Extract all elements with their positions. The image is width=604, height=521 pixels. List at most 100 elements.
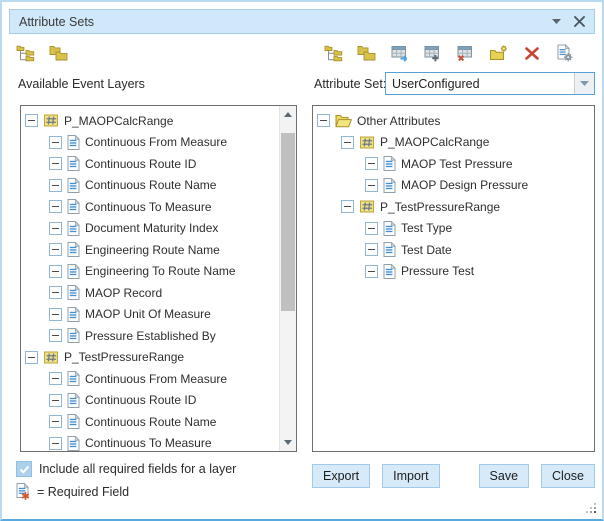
dock-caret-icon[interactable] [552, 19, 561, 24]
field-icon [67, 221, 80, 236]
toolbar-left [16, 43, 68, 63]
tree-item[interactable]: P_TestPressureRange [313, 196, 594, 218]
tree-item-label: Test Date [401, 243, 452, 257]
dialog-title: Attribute Sets [19, 15, 94, 29]
open-folders-icon[interactable] [357, 44, 376, 63]
collapse-toggle[interactable] [25, 351, 38, 364]
attribute-set-combobox[interactable]: UserConfigured [385, 72, 595, 95]
available-event-layers-label: Available Event Layers [18, 77, 145, 91]
combo-dropdown-button[interactable] [574, 73, 594, 94]
tree-item[interactable]: MAOP Test Pressure [313, 153, 594, 175]
tree-item[interactable]: Pressure Test [313, 261, 594, 283]
collapse-toggle[interactable] [49, 200, 62, 213]
attribute-set-value: UserConfigured [386, 73, 574, 94]
scroll-up-button[interactable] [280, 106, 296, 123]
table-add-icon[interactable] [423, 44, 442, 63]
field-icon [67, 328, 80, 343]
tree-item[interactable]: Continuous To Measure [21, 433, 279, 452]
table-export-icon[interactable] [390, 44, 409, 63]
import-button[interactable]: Import [382, 464, 439, 488]
tree-item[interactable]: Test Date [313, 239, 594, 261]
tree-item[interactable]: MAOP Design Pressure [313, 175, 594, 197]
tree-item[interactable]: Other Attributes [313, 110, 594, 132]
collapse-toggle[interactable] [49, 394, 62, 407]
include-required-label: Include all required fields for a layer [39, 462, 236, 476]
tree-item[interactable]: Document Maturity Index [21, 218, 279, 240]
expand-layers-icon[interactable] [16, 44, 35, 63]
collapse-toggle[interactable] [341, 200, 354, 213]
collapse-toggle[interactable] [49, 286, 62, 299]
tree-item[interactable]: Continuous From Measure [21, 368, 279, 390]
table-remove-icon[interactable] [456, 44, 475, 63]
field-icon [67, 393, 80, 408]
tree-item[interactable]: Engineering Route Name [21, 239, 279, 261]
collapse-toggle[interactable] [49, 308, 62, 321]
field-icon [67, 371, 80, 386]
include-required-checkbox[interactable] [16, 461, 32, 477]
collapse-toggle[interactable] [49, 136, 62, 149]
available-layers-tree: P_MAOPCalcRangeContinuous From MeasureCo… [21, 106, 279, 451]
collapse-toggle[interactable] [49, 243, 62, 256]
tree-item[interactable]: P_MAOPCalcRange [21, 110, 279, 132]
available-layers-tree-panel: P_MAOPCalcRangeContinuous From MeasureCo… [20, 105, 297, 452]
open-folders-icon[interactable] [49, 44, 68, 63]
tree-item-label: P_MAOPCalcRange [64, 114, 173, 128]
collapse-toggle[interactable] [25, 114, 38, 127]
tree-item[interactable]: Continuous Route Name [21, 411, 279, 433]
tree-item-label: Continuous To Measure [85, 436, 212, 450]
tree-item-label: Pressure Established By [85, 329, 216, 343]
tree-item-label: Pressure Test [401, 264, 474, 278]
tree-item[interactable]: Continuous Route ID [21, 153, 279, 175]
collapse-toggle[interactable] [49, 372, 62, 385]
folder-new-icon[interactable] [489, 44, 508, 63]
export-button[interactable]: Export [312, 464, 370, 488]
collapse-toggle[interactable] [49, 157, 62, 170]
close-button[interactable]: Close [541, 464, 595, 488]
folder-open-icon [335, 114, 352, 128]
collapse-toggle[interactable] [49, 179, 62, 192]
vertical-scrollbar[interactable] [279, 106, 296, 451]
document-settings-icon[interactable] [555, 44, 574, 63]
tree-item[interactable]: Test Type [313, 218, 594, 240]
tree-item[interactable]: Engineering To Route Name [21, 261, 279, 283]
titlebar[interactable]: Attribute Sets [9, 9, 595, 34]
collapse-toggle[interactable] [365, 157, 378, 170]
collapse-toggle[interactable] [49, 437, 62, 450]
field-icon [67, 307, 80, 322]
scrollbar-thumb[interactable] [281, 133, 295, 311]
tree-item[interactable]: Continuous From Measure [21, 132, 279, 154]
collapse-toggle[interactable] [365, 179, 378, 192]
collapse-toggle[interactable] [49, 222, 62, 235]
collapse-toggle[interactable] [49, 329, 62, 342]
close-icon[interactable] [574, 16, 585, 27]
collapse-toggle[interactable] [341, 136, 354, 149]
delete-icon[interactable] [522, 44, 541, 63]
tree-item[interactable]: Continuous To Measure [21, 196, 279, 218]
tree-item-label: Continuous To Measure [85, 200, 212, 214]
tree-item[interactable]: Continuous Route ID [21, 390, 279, 412]
save-button[interactable]: Save [479, 464, 530, 488]
field-icon [67, 436, 80, 451]
tree-item-label: P_TestPressureRange [380, 200, 500, 214]
tree-item-label: MAOP Design Pressure [401, 178, 528, 192]
required-field-legend: = Required Field [37, 485, 129, 499]
collapse-toggle[interactable] [365, 222, 378, 235]
expand-layers-icon[interactable] [324, 44, 343, 63]
attribute-sets-dialog: Attribute Sets Available Event Layers At… [0, 0, 604, 521]
tree-item[interactable]: MAOP Record [21, 282, 279, 304]
collapse-toggle[interactable] [317, 114, 330, 127]
scroll-down-button[interactable] [280, 434, 296, 451]
collapse-toggle[interactable] [49, 415, 62, 428]
collapse-toggle[interactable] [365, 265, 378, 278]
tree-item[interactable]: P_MAOPCalcRange [313, 132, 594, 154]
tree-item-label: Engineering Route Name [85, 243, 220, 257]
tree-item[interactable]: P_TestPressureRange [21, 347, 279, 369]
tree-item[interactable]: MAOP Unit Of Measure [21, 304, 279, 326]
tree-item-label: Continuous Route ID [85, 393, 196, 407]
tree-item[interactable]: Pressure Established By [21, 325, 279, 347]
resize-grip[interactable] [586, 503, 598, 515]
tree-item-label: Test Type [401, 221, 452, 235]
collapse-toggle[interactable] [365, 243, 378, 256]
collapse-toggle[interactable] [49, 265, 62, 278]
tree-item[interactable]: Continuous Route Name [21, 175, 279, 197]
